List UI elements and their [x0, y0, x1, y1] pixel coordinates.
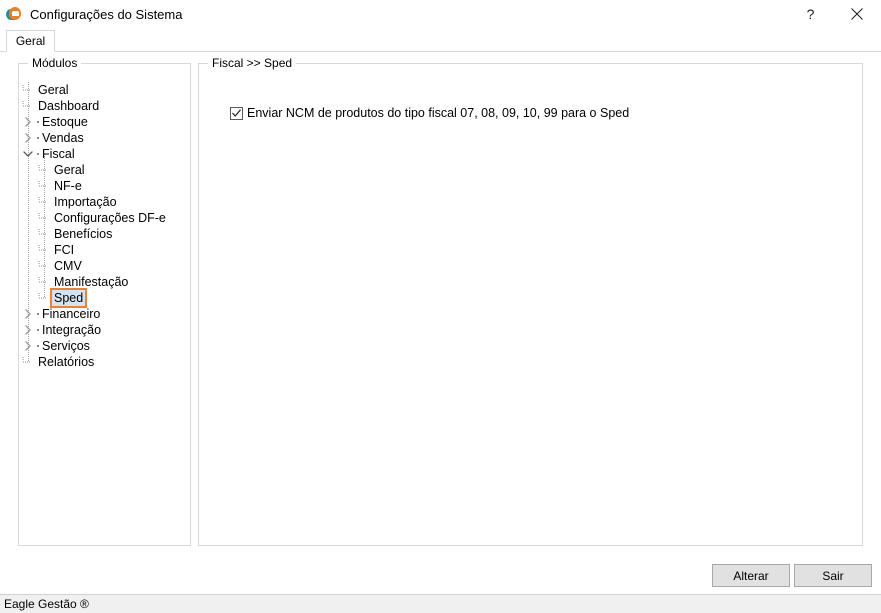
- tree-item-label: NF-e: [54, 179, 82, 193]
- tree-item-estoque[interactable]: Estoque: [20, 114, 191, 130]
- tree-guide-dot: [37, 329, 39, 331]
- tree-leaf-connector-icon: [36, 258, 52, 274]
- chevron-right-icon[interactable]: [20, 338, 36, 354]
- tree-item-sped[interactable]: Sped: [20, 290, 191, 306]
- detail-group-legend: Fiscal >> Sped: [208, 56, 297, 70]
- tab-active-mask: [7, 51, 54, 52]
- tree-leaf-connector-icon: [36, 210, 52, 226]
- tree-item-label: CMV: [54, 259, 82, 273]
- tree-leaf-connector-icon: [36, 178, 52, 194]
- tree-leaf-connector-icon: [36, 290, 52, 306]
- tree-item-label: Benefícios: [54, 227, 113, 241]
- eagle-logo-icon: [6, 6, 22, 22]
- tree-leaf-connector-icon: [36, 194, 52, 210]
- sair-button[interactable]: Sair: [794, 564, 872, 587]
- tree-item-label: Fiscal: [42, 147, 75, 161]
- tree-leaf-connector-icon: [36, 162, 52, 178]
- tree-leaf-connector-icon: [36, 226, 52, 242]
- chevron-right-icon[interactable]: [20, 114, 36, 130]
- tree-item-importa-o[interactable]: Importação: [20, 194, 191, 210]
- option-row-enviar-ncm[interactable]: Enviar NCM de produtos do tipo fiscal 07…: [230, 106, 629, 120]
- tree-guide-dot: [37, 345, 39, 347]
- tree-item-cmv[interactable]: CMV: [20, 258, 191, 274]
- tree-leaf-connector-icon: [36, 274, 52, 290]
- tree-item-label: Vendas: [42, 131, 84, 145]
- tree-leaf-connector-icon: [36, 242, 52, 258]
- tab-geral-label: Geral: [15, 34, 46, 48]
- tree-item-label: Configurações DF-e: [54, 211, 166, 225]
- tree-item-label: Geral: [54, 163, 85, 177]
- tree-item-fci[interactable]: FCI: [20, 242, 191, 258]
- tree-item-label: Geral: [38, 83, 69, 97]
- alterar-button-label: Alterar: [733, 568, 769, 583]
- tab-strip-divider: [0, 51, 881, 52]
- close-icon[interactable]: [833, 0, 881, 28]
- tree-item-label: Manifestação: [54, 275, 129, 289]
- chevron-down-icon[interactable]: [20, 146, 36, 162]
- sair-button-label: Sair: [822, 568, 844, 583]
- chevron-right-icon[interactable]: [20, 130, 36, 146]
- alterar-button[interactable]: Alterar: [712, 564, 790, 587]
- tree-item-configura-es-df-e[interactable]: Configurações DF-e: [20, 210, 191, 226]
- tree-guide-dot: [37, 313, 39, 315]
- tree-item-dashboard[interactable]: Dashboard: [20, 98, 191, 114]
- status-bar-text: Eagle Gestão ®: [4, 597, 89, 611]
- window-title: Configurações do Sistema: [30, 6, 183, 22]
- tree-item-nf-e[interactable]: NF-e: [20, 178, 191, 194]
- tree-guide-dot: [37, 121, 39, 123]
- checkbox-enviar-ncm-label: Enviar NCM de produtos do tipo fiscal 07…: [247, 106, 630, 120]
- tree-item-geral[interactable]: Geral: [20, 162, 191, 178]
- tree-leaf-connector-icon: [20, 98, 36, 114]
- tree-item-benef-cios[interactable]: Benefícios: [20, 226, 191, 242]
- tab-geral[interactable]: Geral: [6, 30, 55, 52]
- tree-item-manifesta-o[interactable]: Manifestação: [20, 274, 191, 290]
- tree-item-financeiro[interactable]: Financeiro: [20, 306, 191, 322]
- tree-item-fiscal[interactable]: Fiscal: [20, 146, 191, 162]
- tree-item-geral[interactable]: Geral: [20, 82, 191, 98]
- modules-group-box: Módulos Geral Dashboard Estoque Vendas Fisca…: [18, 56, 191, 546]
- tree-item-label: FCI: [54, 243, 75, 257]
- tree-item-label: Estoque: [42, 115, 88, 129]
- modules-group-legend: Módulos: [28, 56, 82, 70]
- tab-strip: Geral: [0, 30, 881, 52]
- tree-guide-dot: [37, 153, 39, 155]
- tree-item-label: Integração: [42, 323, 102, 337]
- tree-leaf-connector-icon: [20, 354, 36, 370]
- tree-leaf-connector-icon: [20, 82, 36, 98]
- help-label: ?: [806, 6, 815, 22]
- tree-item-relat-rios[interactable]: Relatórios: [20, 354, 191, 370]
- help-icon[interactable]: ?: [788, 0, 833, 28]
- tree-item-vendas[interactable]: Vendas: [20, 130, 191, 146]
- modules-tree[interactable]: Geral Dashboard Estoque Vendas Fiscal Geral NF…: [20, 82, 191, 542]
- chevron-right-icon[interactable]: [20, 322, 36, 338]
- detail-group-box: Fiscal >> Sped Enviar NCM de produtos do…: [198, 56, 863, 546]
- status-bar: Eagle Gestão ®: [0, 594, 881, 613]
- title-bar: Configurações do Sistema ?: [0, 0, 881, 28]
- tree-item-label: Dashboard: [38, 99, 100, 113]
- checkbox-enviar-ncm[interactable]: [230, 106, 243, 120]
- tree-guide-dot: [37, 137, 39, 139]
- tree-item-servi-os[interactable]: Serviços: [20, 338, 191, 354]
- tree-item-label: Relatórios: [38, 355, 95, 369]
- chevron-right-icon[interactable]: [20, 306, 36, 322]
- tree-item-label: Sped: [52, 290, 86, 306]
- tree-item-label: Serviços: [42, 339, 90, 353]
- tree-item-integra-o[interactable]: Integração: [20, 322, 191, 338]
- tree-item-label: Financeiro: [42, 307, 101, 321]
- tree-item-label: Importação: [54, 195, 117, 209]
